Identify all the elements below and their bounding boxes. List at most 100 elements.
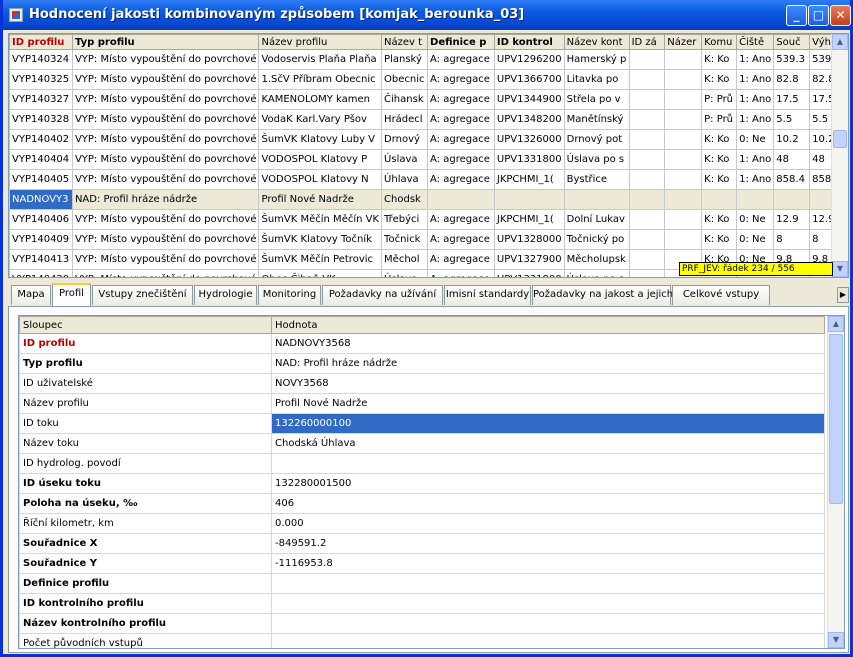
- detail-row[interactable]: Souřadnice Y -1116953.8: [19, 553, 825, 574]
- table-cell[interactable]: [628, 49, 666, 70]
- table-cell[interactable]: Dolní Lukav: [563, 209, 630, 230]
- table-cell[interactable]: 1: Ano: [736, 69, 775, 90]
- table-row[interactable]: VYP140405 VYP: Místo vypouštění do povrch…: [9, 169, 848, 190]
- table-cell[interactable]: [701, 189, 738, 210]
- table-cell[interactable]: [773, 189, 811, 210]
- table-cell[interactable]: [664, 109, 703, 130]
- table-cell[interactable]: 82.8: [773, 69, 811, 90]
- table-cell[interactable]: Drnový: [381, 129, 429, 150]
- table-cell[interactable]: [664, 169, 703, 190]
- table-cell[interactable]: VodaK Karl.Vary Pšov: [258, 109, 383, 130]
- table-cell[interactable]: Čihansk: [381, 89, 429, 110]
- table-row[interactable]: VYP140406 VYP: Místo vypouštění do povrch…: [9, 209, 848, 230]
- title-bar[interactable]: Hodnocení jakosti kombinovaným způsobem …: [3, 0, 851, 30]
- table-cell[interactable]: UPV1328000: [493, 229, 565, 250]
- table-cell[interactable]: VYP: Místo vypouštění do povrchové: [71, 209, 260, 230]
- table-cell[interactable]: K: Ko: [701, 209, 738, 230]
- table-cell[interactable]: A: agregace: [427, 149, 495, 170]
- table-cell[interactable]: A: agregace: [427, 229, 495, 250]
- detail-row[interactable]: Definice profilu: [19, 573, 825, 594]
- detail-row[interactable]: ID uživatelské NOVY3568: [19, 373, 825, 394]
- column-header[interactable]: ID kontrol: [493, 34, 565, 50]
- table-cell[interactable]: VYP140324: [9, 49, 73, 70]
- profile-detail-grid[interactable]: Sloupec Hodnota ID profilu NADNOVY3568 Typ…: [18, 315, 845, 649]
- table-cell[interactable]: [628, 129, 666, 150]
- tab-monitoring[interactable]: Monitoring: [258, 285, 321, 305]
- column-header[interactable]: ID zá: [628, 34, 666, 50]
- table-cell[interactable]: ŠumVK Klatovy Luby V: [258, 129, 383, 150]
- table-cell[interactable]: ŠumVK Měčín Měčín VK: [258, 209, 383, 230]
- table-cell[interactable]: Planský: [381, 49, 429, 70]
- table-cell[interactable]: A: agregace: [427, 69, 495, 90]
- table-cell[interactable]: VYP140413: [9, 249, 73, 270]
- table-cell[interactable]: 12.9: [773, 209, 811, 230]
- table-cell[interactable]: [664, 89, 703, 110]
- table-row[interactable]: VYP140404 VYP: Místo vypouštění do povrch…: [9, 149, 848, 170]
- table-cell[interactable]: Hamerský p: [563, 49, 630, 70]
- table-cell[interactable]: VYP140404: [9, 149, 73, 170]
- tab-scroll-right-icon[interactable]: ▶: [837, 287, 849, 303]
- table-cell[interactable]: K: Ko: [701, 229, 738, 250]
- detail-row[interactable]: ID kontrolního profilu: [19, 593, 825, 614]
- detail-row[interactable]: ID hydrolog. povodí: [19, 453, 825, 474]
- table-cell[interactable]: [493, 189, 565, 210]
- table-cell[interactable]: 1: Ano: [736, 89, 775, 110]
- table-cell[interactable]: [664, 209, 703, 230]
- table-cell[interactable]: 858.4: [773, 169, 811, 190]
- table-cell[interactable]: UPV1344900: [493, 89, 565, 110]
- table-cell[interactable]: VYP140409: [9, 229, 73, 250]
- column-header[interactable]: Čiště: [736, 34, 775, 50]
- table-cell[interactable]: A: agregace: [427, 49, 495, 70]
- column-header-sloupec[interactable]: Sloupec: [19, 316, 272, 334]
- table-cell[interactable]: 8: [773, 229, 811, 250]
- table-row[interactable]: VYP140325 VYP: Místo vypouštění do povrch…: [9, 69, 848, 90]
- table-cell[interactable]: VYP: Místo vypouštění do povrchové: [71, 249, 260, 270]
- table-cell[interactable]: K: Ko: [701, 49, 738, 70]
- tab-profil[interactable]: Profil: [52, 283, 91, 307]
- detail-value[interactable]: [271, 613, 825, 634]
- table-cell[interactable]: [628, 169, 666, 190]
- detail-row[interactable]: ID toku 132260000100: [19, 413, 825, 434]
- column-header[interactable]: Název t: [381, 34, 429, 50]
- table-cell[interactable]: Profil Nové Nadrže: [258, 189, 383, 210]
- table-cell[interactable]: [628, 109, 666, 130]
- detail-value[interactable]: [271, 633, 825, 648]
- table-row[interactable]: VYP140328 VYP: Místo vypouštění do povrch…: [9, 109, 848, 130]
- minimize-button[interactable]: _: [786, 5, 807, 26]
- table-cell[interactable]: ŠumVK Měčín Petrovic: [258, 249, 383, 270]
- tab-vstupy-zne-i-t-n-[interactable]: Vstupy znečištění: [92, 285, 193, 305]
- table-cell[interactable]: VYP: Místo vypouštění do povrchové: [71, 49, 260, 70]
- column-header[interactable]: Název profilu: [258, 34, 383, 50]
- table-cell[interactable]: A: agregace: [427, 209, 495, 230]
- table-cell[interactable]: 10.2: [773, 129, 811, 150]
- column-header[interactable]: Souč: [773, 34, 811, 50]
- table-cell[interactable]: [427, 189, 495, 210]
- table-cell[interactable]: 5.5: [773, 109, 811, 130]
- table-cell[interactable]: 1: Ano: [736, 49, 775, 70]
- table-cell[interactable]: VYP140327: [9, 89, 73, 110]
- table-cell[interactable]: Měcholupsk: [563, 249, 630, 270]
- table-cell[interactable]: 1: Ano: [736, 149, 775, 170]
- detail-value[interactable]: NOVY3568: [271, 373, 825, 394]
- table-cell[interactable]: P: Prů: [701, 109, 738, 130]
- maximize-button[interactable]: □: [808, 5, 829, 26]
- table-cell[interactable]: Měchol: [381, 249, 429, 270]
- table-cell[interactable]: A: agregace: [427, 169, 495, 190]
- column-header[interactable]: ID profilu: [9, 34, 73, 50]
- detail-value[interactable]: [271, 573, 825, 594]
- detail-vertical-scrollbar[interactable]: ▲ ▼: [827, 316, 844, 648]
- table-cell[interactable]: [628, 189, 666, 210]
- tab-hydrologie[interactable]: Hydrologie: [194, 285, 257, 305]
- table-cell[interactable]: Úhlava: [381, 169, 429, 190]
- column-header[interactable]: Názer: [664, 34, 703, 50]
- scroll-up-arrow-icon[interactable]: ▲: [832, 34, 848, 50]
- table-row[interactable]: VYP140324 VYP: Místo vypouštění do povrch…: [9, 49, 848, 70]
- table-cell[interactable]: VYP140328: [9, 109, 73, 130]
- table-cell[interactable]: UPV1296200: [493, 49, 565, 70]
- table-cell[interactable]: Chodsk: [381, 189, 429, 210]
- detail-value[interactable]: -1116953.8: [271, 553, 825, 574]
- table-cell[interactable]: 48: [773, 149, 811, 170]
- table-cell[interactable]: Vodoservis Plaňa Plaňa: [258, 49, 383, 70]
- table-cell[interactable]: VYP: Místo vypouštění do povrchové: [71, 149, 260, 170]
- table-cell[interactable]: VYP: Místo vypouštění do povrchové: [71, 109, 260, 130]
